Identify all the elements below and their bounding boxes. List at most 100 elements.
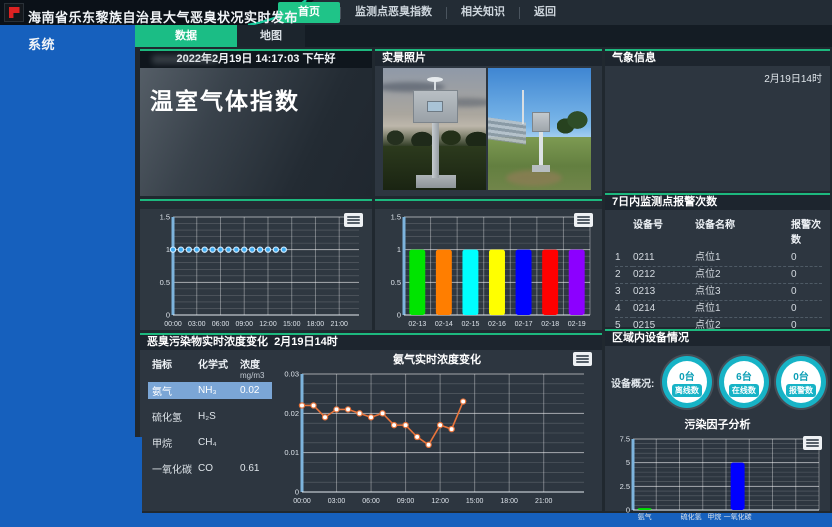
nav-item-back[interactable]: 返回 <box>520 2 570 23</box>
panel-alarm-counts: 7日内监测点报警次数 设备号 设备名称 报警次数 1 0211 点位1 0 2 … <box>605 193 830 327</box>
svg-text:0.03: 0.03 <box>284 370 299 379</box>
factor-chart-area: 02.557.5氨气硫化氢甲烷一氧化碳 <box>605 432 830 527</box>
daily-bar-chart[interactable]: 00.511.502-1302-1402-1502-1602-1702-1802… <box>380 211 597 329</box>
photos-panel-title: 实景照片 <box>375 51 602 66</box>
content-area: 2022年2月19日 14:17:03 下午好 温室气体指数 实景照片 <box>135 47 832 513</box>
chart-menu-icon[interactable] <box>344 213 363 227</box>
device-id: 0211 <box>633 250 695 267</box>
photo2-monitor-base <box>532 165 550 172</box>
pollutant-formula: CO <box>198 463 240 474</box>
nh3-chart-area: 氨气实时浓度变化 00.010.020.0300:0003:0006:0009:… <box>272 350 602 509</box>
svg-text:5: 5 <box>626 458 630 467</box>
alarm-count: 0 <box>791 267 822 284</box>
pollutants-title-text: 恶臭污染物实时浓度变化 <box>147 336 268 348</box>
svg-text:18:00: 18:00 <box>307 321 325 328</box>
svg-text:02-19: 02-19 <box>568 321 586 328</box>
device-name: 点位1 <box>695 301 791 318</box>
svg-text:7.5: 7.5 <box>620 435 630 444</box>
svg-text:0.5: 0.5 <box>160 278 170 287</box>
nav-item-knowledge[interactable]: 相关知识 <box>447 2 519 23</box>
panel-greenhouse-index: 2022年2月19日 14:17:03 下午好 温室气体指数 <box>140 49 372 196</box>
svg-text:06:00: 06:00 <box>362 498 380 505</box>
nh3-line-chart[interactable]: 00.010.020.0300:0003:0006:0009:0012:0015… <box>274 368 592 506</box>
svg-text:0.01: 0.01 <box>284 448 299 457</box>
col-indicator: 指标 <box>152 356 198 371</box>
svg-text:03:00: 03:00 <box>328 498 346 505</box>
stat-offline-value: 0台 <box>679 368 695 383</box>
status-scatter-chart[interactable]: 00.511.500:0003:0006:0009:0012:0015:0018… <box>145 211 367 329</box>
svg-text:1.5: 1.5 <box>160 213 170 222</box>
panel-weather: 气象信息 2月19日14时 <box>605 49 830 191</box>
photos-strip <box>375 66 602 190</box>
svg-text:02-18: 02-18 <box>541 321 559 328</box>
svg-text:06:00: 06:00 <box>212 321 230 328</box>
stat-online-label: 在线数 <box>729 384 759 397</box>
svg-text:09:00: 09:00 <box>397 498 415 505</box>
panel-area-devices: 区域内设备情况 设备概况: 0台 离线数 6台 在线数 0台 报警数 污染因子分… <box>605 329 830 511</box>
site-photo-1[interactable] <box>383 68 486 190</box>
svg-text:2.5: 2.5 <box>620 482 630 491</box>
svg-text:1: 1 <box>166 245 170 254</box>
pollutant-row-h2s[interactable]: 硫化氢 H₂S <box>148 408 272 425</box>
device-id: 0212 <box>633 267 695 284</box>
weather-panel-title: 气象信息 <box>605 51 830 66</box>
factor-analysis-title: 污染因子分析 <box>605 416 830 432</box>
svg-text:0: 0 <box>626 506 630 515</box>
svg-text:03:00: 03:00 <box>188 321 206 328</box>
chart-menu-icon[interactable] <box>573 352 592 366</box>
svg-text:21:00: 21:00 <box>535 498 553 505</box>
stat-alarm-value: 0台 <box>793 368 809 383</box>
pollutant-name: 一氧化碳 <box>152 461 198 476</box>
col-concentration: 浓度mg/m3 <box>240 356 276 380</box>
pollutant-name: 甲烷 <box>152 435 198 450</box>
svg-text:00:00: 00:00 <box>293 498 311 505</box>
device-overview-row: 设备概况: 0台 离线数 6台 在线数 0台 报警数 <box>605 346 830 408</box>
svg-text:0: 0 <box>166 311 170 320</box>
site-photo-2[interactable] <box>488 68 591 190</box>
pollutant-value: 0.02 <box>240 385 276 396</box>
pollutant-row-ch4[interactable]: 甲烷 CH₄ <box>148 434 272 451</box>
svg-text:0: 0 <box>295 488 299 497</box>
device-name: 点位1 <box>695 250 791 267</box>
alarms-col-count: 报警次数 <box>791 216 822 250</box>
pollutants-panel-title: 恶臭污染物实时浓度变化 2月19日14时 <box>140 335 602 350</box>
device-id: 0214 <box>633 301 695 318</box>
stat-online[interactable]: 6台 在线数 <box>719 356 769 408</box>
svg-text:0.5: 0.5 <box>391 278 401 287</box>
stat-online-value: 6台 <box>736 368 752 383</box>
factor-bar-chart[interactable]: 02.557.5氨气硫化氢甲烷一氧化碳 <box>611 434 824 522</box>
panel-site-photos: 实景照片 <box>375 49 602 196</box>
logo-glyph-icon <box>9 7 20 18</box>
pollutants-time-text: 2月19日14时 <box>274 336 338 348</box>
svg-text:12:00: 12:00 <box>431 498 449 505</box>
alarms-col-device-name: 设备名称 <box>695 216 791 250</box>
main-nav: 首页 监测点恶臭指数 相关知识 返回 <box>278 0 570 25</box>
stat-alarm[interactable]: 0台 报警数 <box>776 356 826 408</box>
alarm-count: 0 <box>791 284 822 301</box>
pollutant-row-nh3[interactable]: 氨气 NH₃ 0.02 <box>148 382 272 399</box>
photo2-monitor-pole <box>539 132 543 168</box>
alarm-count: 0 <box>791 250 822 267</box>
svg-text:09:00: 09:00 <box>235 321 253 328</box>
dashboard: 首页 监测点恶臭指数 相关知识 返回 海南省乐东黎族自治县大气恶臭状况实时发布系… <box>0 0 832 520</box>
pollutant-formula: H₂S <box>198 411 240 422</box>
greenhouse-title: 温室气体指数 <box>150 82 372 116</box>
photo2-trees <box>557 108 591 138</box>
stat-offline-label: 离线数 <box>672 384 702 397</box>
weather-time: 2月19日14时 <box>605 66 830 85</box>
stat-offline[interactable]: 0台 离线数 <box>662 356 712 408</box>
nav-item-odor-index[interactable]: 监测点恶臭指数 <box>341 2 446 23</box>
row-index: 1 <box>615 250 633 267</box>
photo1-monitor-pole <box>432 120 439 178</box>
chart-menu-icon[interactable] <box>574 213 593 227</box>
device-name: 点位3 <box>695 284 791 301</box>
pollutant-row-co[interactable]: 一氧化碳 CO 0.61 <box>148 460 272 477</box>
pollutant-value: 0.61 <box>240 463 276 474</box>
chart-menu-icon[interactable] <box>803 436 822 450</box>
row-index: 4 <box>615 301 633 318</box>
svg-text:02-17: 02-17 <box>515 321 533 328</box>
background-notch <box>130 437 142 513</box>
svg-text:02-15: 02-15 <box>461 321 479 328</box>
svg-text:1.5: 1.5 <box>391 213 401 222</box>
pollutant-formula: NH₃ <box>198 385 240 396</box>
